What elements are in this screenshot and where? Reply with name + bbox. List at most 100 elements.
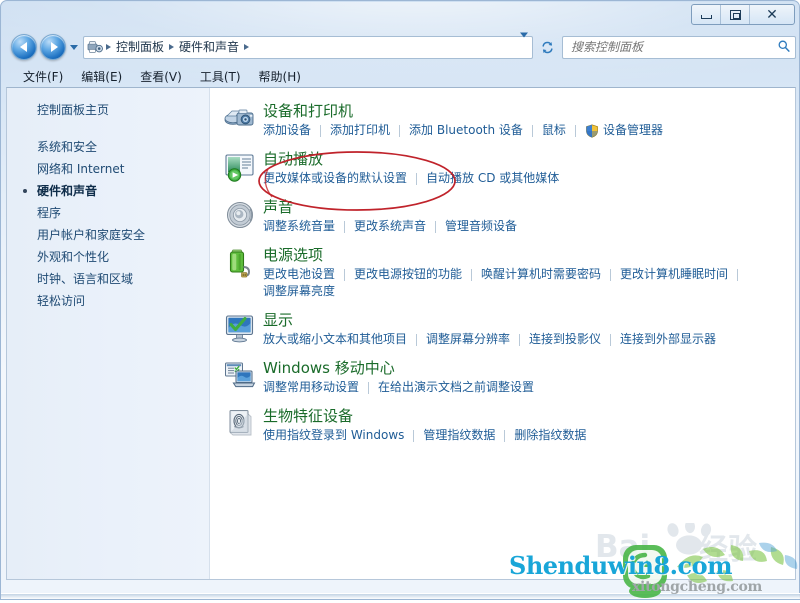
category-links: 使用指纹登录到 Windows 管理指纹数据 删除指纹数据 (263, 427, 789, 444)
link-change-battery-settings[interactable]: 更改电池设置 (263, 266, 335, 283)
category-links: 放大或缩小文本和其他项目 调整屏幕分辨率 连接到投影仪 连接到外部显示器 (263, 331, 789, 348)
link-change-system-sounds[interactable]: 更改系统声音 (354, 218, 426, 235)
menu-tools[interactable]: 工具(T) (191, 67, 250, 86)
link-delete-fingerprint-data[interactable]: 删除指纹数据 (514, 427, 586, 444)
link-separator (610, 333, 612, 346)
speaker-icon (224, 199, 256, 231)
address-bar[interactable]: 控制面板 硬件和声音 (83, 32, 533, 59)
link-play-cd-or-other-media[interactable]: 自动播放 CD 或其他媒体 (426, 170, 559, 187)
category-power-options: 电源选项 更改电池设置 更改电源按钮的功能 唤醒计算机时需要密码 更改计算机睡眠… (224, 246, 789, 300)
sidebar-item-appearance[interactable]: 外观和个性化 (37, 246, 209, 268)
search-icon[interactable] (777, 38, 791, 57)
minimize-icon (700, 15, 712, 19)
link-change-power-button-function[interactable]: 更改电源按钮的功能 (354, 266, 462, 283)
link-require-password-on-wakeup[interactable]: 唤醒计算机时需要密码 (481, 266, 601, 283)
link-separator (320, 124, 322, 137)
category-links: 添加设备 添加打印机 添加 Bluetooth 设备 鼠标 设备管理器 (263, 122, 789, 139)
category-title[interactable]: 显示 (263, 311, 789, 330)
link-change-sleep-time[interactable]: 更改计算机睡眠时间 (620, 266, 728, 283)
link-device-manager[interactable]: 设备管理器 (603, 122, 663, 139)
link-separator (416, 333, 418, 346)
battery-icon (224, 247, 256, 279)
link-add-printer[interactable]: 添加打印机 (330, 122, 390, 139)
link-manage-audio-devices[interactable]: 管理音频设备 (445, 218, 517, 235)
category-display: 显示 放大或缩小文本和其他项目 调整屏幕分辨率 连接到投影仪 连接到外部显示器 (224, 311, 789, 348)
breadcrumb-hardware-and-sound[interactable]: 硬件和声音 (176, 38, 242, 57)
search-input[interactable] (571, 40, 777, 54)
link-mouse[interactable]: 鼠标 (542, 122, 566, 139)
category-biometric-devices: 生物特征设备 使用指纹登录到 Windows 管理指纹数据 删除指纹数据 (224, 407, 789, 444)
link-add-bluetooth-device[interactable]: 添加 Bluetooth 设备 (409, 122, 523, 139)
sidebar-item-user-accounts[interactable]: 用户帐户和家庭安全 (37, 224, 209, 246)
sidebar-item-ease-of-access[interactable]: 轻松访问 (37, 290, 209, 312)
close-icon: ✕ (766, 6, 778, 23)
sidebar-item-system-and-security[interactable]: 系统和安全 (37, 136, 209, 158)
sidebar-item-network-and-internet[interactable]: 网络和 Internet (37, 158, 209, 180)
link-connect-to-external-display[interactable]: 连接到外部显示器 (620, 331, 716, 348)
link-add-device[interactable]: 添加设备 (263, 122, 311, 139)
link-adjust-system-volume[interactable]: 调整系统音量 (263, 218, 335, 235)
maximize-button[interactable] (721, 5, 750, 24)
uac-shield-icon (585, 123, 599, 138)
sidebar-item-label: 硬件和声音 (37, 184, 98, 198)
link-connect-to-projector[interactable]: 连接到投影仪 (529, 331, 601, 348)
category-title[interactable]: Windows 移动中心 (263, 359, 789, 378)
link-separator (574, 124, 576, 137)
breadcrumb-separator-icon[interactable] (244, 44, 250, 50)
category-title[interactable]: 声音 (263, 198, 789, 217)
menu-help[interactable]: 帮助(H) (250, 67, 310, 86)
sidebar-item-hardware-and-sound[interactable]: 硬件和声音 (23, 180, 209, 202)
window-bottom-edge (1, 593, 800, 599)
laptop-mobility-icon (224, 360, 256, 392)
category-links: 更改媒体或设备的默认设置 自动播放 CD 或其他媒体 (263, 170, 789, 187)
back-arrow-icon (19, 42, 27, 52)
link-separator (519, 333, 521, 346)
category-links: 调整系统音量 更改系统声音 管理音频设备 (263, 218, 789, 235)
sidebar: 控制面板主页 系统和安全 网络和 Internet 硬件和声音 程序 用户帐户和… (7, 88, 210, 579)
link-make-text-larger-smaller[interactable]: 放大或缩小文本和其他项目 (263, 331, 407, 348)
autoplay-icon (224, 151, 256, 183)
link-adjust-mobility-settings[interactable]: 调整常用移动设置 (263, 379, 359, 396)
menu-file[interactable]: 文件(F) (14, 67, 72, 86)
forward-button[interactable] (40, 34, 66, 60)
link-adjust-before-presentation[interactable]: 在给出演示文档之前调整设置 (378, 379, 534, 396)
titlebar: ✕ (1, 1, 800, 29)
link-use-fingerprint-login[interactable]: 使用指纹登录到 Windows (263, 427, 404, 444)
sidebar-item-programs[interactable]: 程序 (37, 202, 209, 224)
minimize-button[interactable] (692, 5, 721, 24)
menu-edit[interactable]: 编辑(E) (72, 67, 131, 86)
navigation-bar: 控制面板 硬件和声音 (1, 31, 800, 63)
link-manage-fingerprint-data[interactable]: 管理指纹数据 (423, 427, 495, 444)
recent-locations-button[interactable] (67, 34, 81, 60)
category-title[interactable]: 设备和打印机 (263, 102, 789, 121)
breadcrumb-control-panel[interactable]: 控制面板 (113, 38, 167, 57)
category-title[interactable]: 电源选项 (263, 246, 789, 265)
monitor-icon (224, 312, 256, 344)
sidebar-item-clock-language-region[interactable]: 时钟、语言和区域 (37, 268, 209, 290)
link-separator (531, 124, 533, 137)
category-links: 调整常用移动设置 在给出演示文档之前调整设置 (263, 379, 789, 396)
search-box[interactable] (562, 35, 796, 59)
link-separator (344, 268, 346, 281)
link-separator (413, 429, 415, 442)
link-adjust-screen-resolution[interactable]: 调整屏幕分辨率 (426, 331, 510, 348)
category-title[interactable]: 自动播放 (263, 150, 789, 169)
category-title[interactable]: 生物特征设备 (263, 407, 789, 426)
menu-view[interactable]: 查看(V) (131, 67, 191, 86)
selected-bullet-icon (23, 189, 27, 193)
fingerprint-icon (224, 408, 256, 440)
link-separator (416, 172, 418, 185)
control-panel-window: ✕ 控制面板 硬件和声音 搜索控制面板 文件(F) 编辑(E) 查看(V) 工具… (0, 0, 800, 600)
link-separator (471, 268, 473, 281)
address-dropdown-button[interactable] (520, 32, 528, 57)
link-adjust-screen-brightness[interactable]: 调整屏幕亮度 (263, 283, 335, 300)
refresh-button[interactable] (536, 36, 558, 58)
link-separator (368, 381, 370, 394)
maximize-icon (729, 9, 741, 20)
forward-arrow-icon (50, 42, 58, 52)
back-button[interactable] (11, 34, 37, 60)
sidebar-item-control-panel-home[interactable]: 控制面板主页 (37, 101, 209, 118)
link-change-default-media-settings[interactable]: 更改媒体或设备的默认设置 (263, 170, 407, 187)
chevron-down-icon (70, 44, 78, 50)
close-button[interactable]: ✕ (750, 5, 794, 24)
